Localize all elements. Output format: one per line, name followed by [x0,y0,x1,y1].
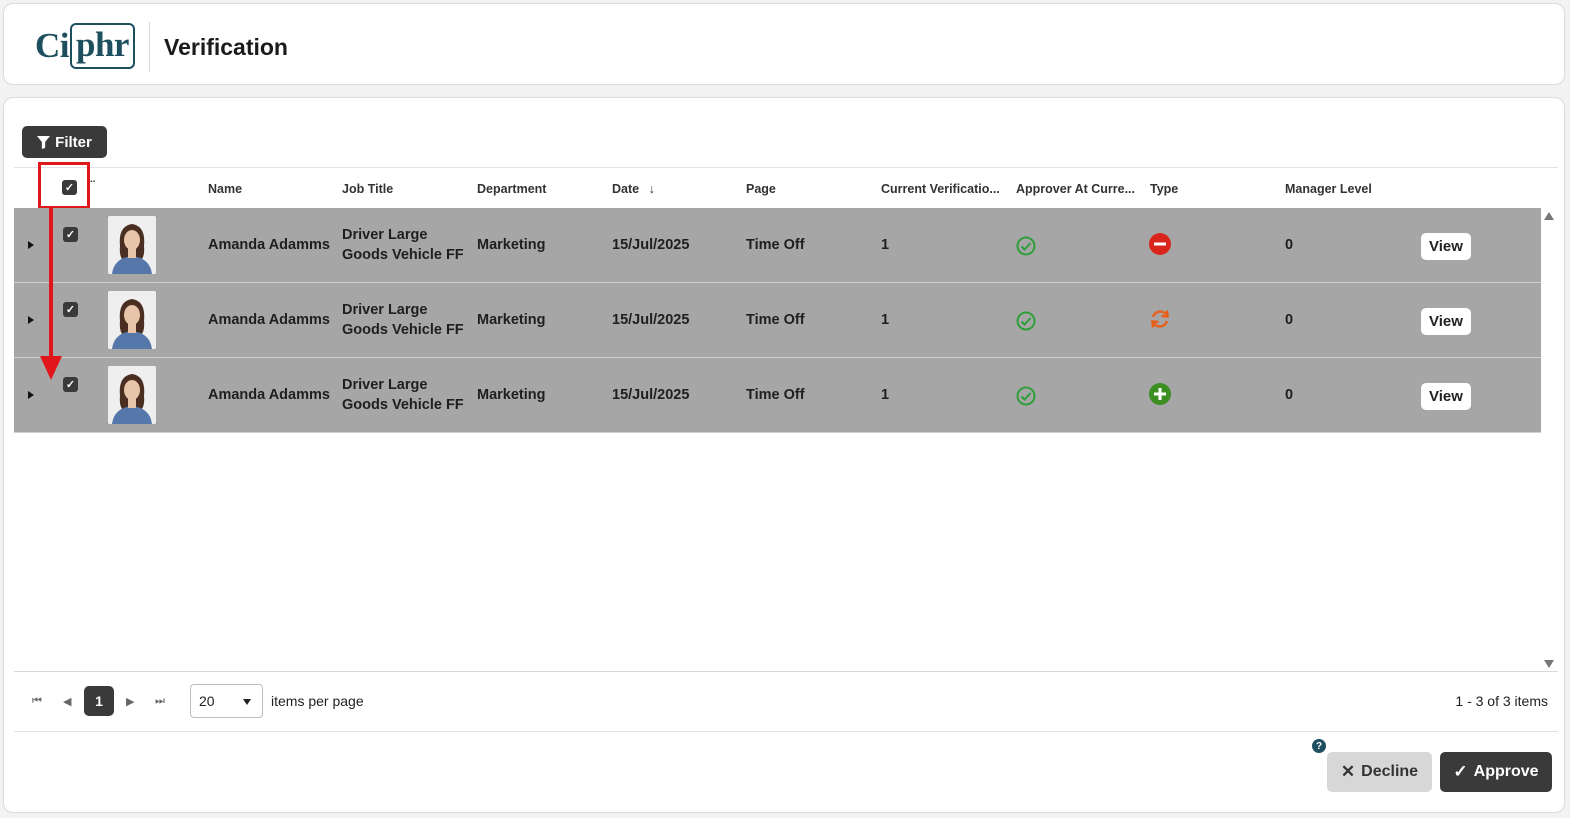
decline-button[interactable]: ✕ Decline [1327,752,1432,792]
column-header-job-title[interactable]: Job Title [342,182,393,196]
grid-top-border [14,167,1558,168]
check-circle-icon [1016,311,1036,331]
row-job-title-line1: Driver Large [342,227,428,243]
logo-text-left: Ci [35,26,70,65]
avatar [108,216,156,274]
row-page: Time Off [746,237,805,253]
column-header-name[interactable]: Name [208,182,242,196]
check-circle-icon [1016,236,1036,256]
minus-circle-icon [1149,233,1171,255]
row-job-title-line1: Driver Large [342,302,428,318]
grid-header: ✓ .. Name Job Title Department Date ↓ Pa… [14,170,1558,208]
row-department: Marketing [477,312,546,328]
view-button[interactable]: View [1421,308,1471,335]
row-job-title-line2: Goods Vehicle FF [342,247,464,263]
scroll-down-arrow-icon[interactable] [1544,660,1554,668]
annotation-arrow-head [40,356,62,380]
verification-panel: Filter ✓ .. Name Job Title Department Da… [3,97,1565,813]
help-icon[interactable]: ? [1312,739,1326,753]
row-job-title-line1: Driver Large [342,377,428,393]
check-circle-icon [1016,386,1036,406]
row-department: Marketing [477,387,546,403]
sort-descending-icon: ↓ [648,182,655,196]
first-page-icon[interactable]: ⏮ [32,695,42,708]
row-manager-level: 0 [1285,312,1294,328]
grid-body: ✓ Amanda Adamms Driver Large Goods Vehic… [14,208,1541,433]
column-header-page[interactable]: Page [746,182,776,196]
plus-circle-icon [1149,383,1171,405]
row-page: Time Off [746,387,805,403]
scroll-up-arrow-icon[interactable] [1544,212,1554,220]
items-per-page-label: items per page [271,693,364,709]
filter-label: Filter [55,133,92,151]
row-name: Amanda Adamms [208,387,330,403]
table-row[interactable]: ✓ Amanda Adamms Driver Large Goods Vehic… [14,358,1541,433]
page-size-select[interactable]: 20 [190,684,263,718]
app-header: Ci phr Verification [3,3,1565,85]
page-button-current[interactable]: 1 [84,686,114,716]
expand-row-icon[interactable] [28,241,34,249]
check-icon: ✓ [1453,762,1468,781]
annotation-highlight-box [38,162,90,209]
view-button[interactable]: View [1421,233,1471,260]
ciphr-logo[interactable]: Ci phr [35,22,135,70]
column-header-department[interactable]: Department [477,182,546,196]
avatar [108,291,156,349]
approve-label: Approve [1473,763,1539,780]
footer-divider [14,731,1558,732]
table-row[interactable]: ✓ Amanda Adamms Driver Large Goods Vehic… [14,283,1541,358]
row-date: 15/Jul/2025 [612,387,690,403]
approve-button[interactable]: ✓ Approve [1440,752,1552,792]
column-header-current-verification[interactable]: Current Verificatio... [881,182,1000,196]
column-header-date[interactable]: Date ↓ [612,182,655,196]
funnel-icon [37,135,51,149]
refresh-icon [1151,310,1169,328]
column-header-type[interactable]: Type [1150,182,1178,196]
close-icon: ✕ [1340,762,1356,781]
row-job-title-line2: Goods Vehicle FF [342,397,464,413]
dropdown-caret-icon [243,699,251,705]
row-current-verification: 1 [881,312,890,328]
grid-bottom-border [14,671,1558,672]
page-size-value: 20 [199,693,215,709]
decline-label: Decline [1361,763,1419,780]
row-checkbox[interactable]: ✓ [63,302,78,317]
row-manager-level: 0 [1285,237,1294,253]
column-header-manager-level[interactable]: Manager Level [1285,182,1372,196]
row-department: Marketing [477,237,546,253]
row-date: 15/Jul/2025 [612,312,690,328]
pager: ⏮ ◀ 1 ▶ ⏭ 20 items per page 1 - 3 of 3 i… [14,683,1558,719]
expand-row-icon[interactable] [28,316,34,324]
row-job-title-line2: Goods Vehicle FF [342,322,464,338]
row-page: Time Off [746,312,805,328]
row-date: 15/Jul/2025 [612,237,690,253]
expand-row-icon[interactable] [28,391,34,399]
logo-text-box: phr [70,23,135,69]
row-name: Amanda Adamms [208,312,330,328]
view-button[interactable]: View [1421,383,1471,410]
column-header-approver[interactable]: Approver At Curre... [1016,182,1135,196]
page-title: Verification [164,34,288,60]
pager-info: 1 - 3 of 3 items [1455,693,1548,709]
row-current-verification: 1 [881,237,890,253]
row-manager-level: 0 [1285,387,1294,403]
filter-button[interactable]: Filter [22,126,107,158]
row-checkbox[interactable]: ✓ [63,227,78,242]
row-name: Amanda Adamms [208,237,330,253]
previous-page-icon[interactable]: ◀ [63,695,71,708]
row-checkbox[interactable]: ✓ [63,377,78,392]
next-page-icon[interactable]: ▶ [126,695,134,708]
column-menu-ellipsis[interactable]: .. [90,174,96,185]
header-divider [149,22,150,72]
annotation-arrow-line [49,208,53,358]
last-page-icon[interactable]: ⏭ [155,695,165,708]
column-header-date-label: Date [612,182,640,196]
avatar [108,366,156,424]
row-current-verification: 1 [881,387,890,403]
table-row[interactable]: ✓ Amanda Adamms Driver Large Goods Vehic… [14,208,1541,283]
